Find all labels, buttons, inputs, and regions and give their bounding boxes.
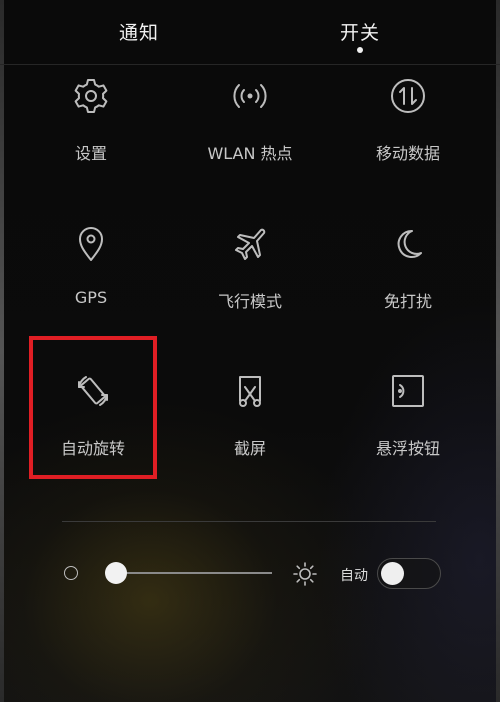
- toggle-gps[interactable]: GPS: [21, 224, 161, 334]
- toggle-label: 飞行模式: [217, 292, 282, 311]
- brightness-high-icon: [292, 561, 318, 587]
- location-pin-icon: [71, 224, 111, 264]
- hotspot-icon: [230, 76, 270, 116]
- brightness-slider[interactable]: [105, 562, 272, 584]
- mobile-data-icon: [388, 76, 428, 116]
- gear-icon: [71, 76, 111, 116]
- moon-icon: [388, 224, 428, 264]
- airplane-icon: [230, 224, 270, 264]
- toggle-label: GPS: [74, 288, 108, 307]
- toggle-mobile-data[interactable]: 移动数据: [338, 76, 478, 186]
- toggle-label: 截屏: [233, 439, 266, 458]
- toggle-label: WLAN 热点: [207, 144, 293, 163]
- toggle-label: 悬浮按钮: [375, 439, 440, 458]
- toggle-screenshot[interactable]: 截屏: [180, 371, 320, 481]
- toggle-wlan-hotspot[interactable]: WLAN 热点: [180, 76, 320, 186]
- tab-notifications[interactable]: 通知: [79, 18, 199, 45]
- auto-brightness-label: 自动: [340, 568, 368, 584]
- toggle-label: 移动数据: [375, 144, 440, 163]
- switch-knob: [381, 562, 404, 585]
- toggle-airplane-mode[interactable]: 飞行模式: [180, 224, 320, 334]
- floating-button-icon: [388, 371, 428, 411]
- panel-tabs: 通知 开关: [0, 0, 500, 65]
- active-tab-indicator: [357, 47, 363, 53]
- toggle-floating-button[interactable]: 悬浮按钮: [338, 371, 478, 481]
- toggle-do-not-disturb[interactable]: 免打扰: [338, 224, 478, 334]
- auto-brightness-switch[interactable]: [377, 558, 441, 589]
- tab-toggles[interactable]: 开关: [300, 18, 420, 45]
- brightness-slider-thumb[interactable]: [105, 562, 128, 584]
- toggle-label: 设置: [74, 144, 107, 163]
- highlight-annotation-box: [29, 336, 157, 479]
- screenshot-icon: [230, 371, 270, 411]
- divider: [62, 521, 436, 522]
- quick-settings-panel: 通知 开关 设置 WLAN 热点 移动数据 GPS 飞行模式 免打扰 自动旋转 …: [0, 0, 500, 702]
- toggle-settings[interactable]: 设置: [21, 76, 161, 186]
- brightness-row: 自动: [0, 548, 500, 598]
- brightness-low-icon: [64, 566, 78, 580]
- toggle-label: 免打扰: [383, 292, 432, 311]
